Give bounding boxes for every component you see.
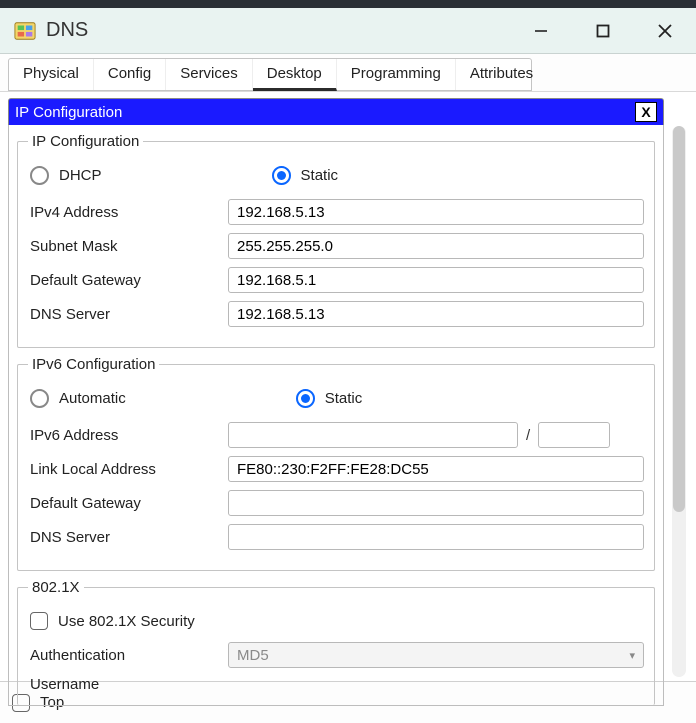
chevron-down-icon: ▾	[629, 649, 635, 662]
ip-configuration-legend: IP Configuration	[28, 133, 143, 150]
tab-config[interactable]: Config	[94, 59, 166, 90]
ipv4-address-field[interactable]	[228, 199, 644, 225]
ipv6-mode-automatic-radio[interactable]: Automatic	[30, 389, 126, 408]
panel-close-button[interactable]: X	[635, 102, 657, 122]
checkbox-icon	[30, 612, 48, 630]
ipv6-configuration-group: IPv6 Configuration Automatic Static IPv6…	[17, 356, 655, 571]
ip-mode-static-radio[interactable]: Static	[272, 166, 339, 185]
ip-mode-dhcp-radio[interactable]: DHCP	[30, 166, 102, 185]
default-gateway-label: Default Gateway	[28, 272, 228, 289]
ipv6-dns-server-field[interactable]	[228, 524, 644, 550]
radio-label: Static	[325, 390, 363, 407]
authentication-label: Authentication	[28, 647, 228, 664]
ipv6-default-gateway-field[interactable]	[228, 490, 644, 516]
panel-title: IP Configuration	[15, 104, 122, 121]
minimize-button[interactable]	[518, 12, 564, 50]
tab-desktop[interactable]: Desktop	[253, 59, 337, 91]
ipv6-address-field[interactable]	[228, 422, 518, 448]
ip-configuration-group: IP Configuration DHCP Static IPv4 Addres…	[17, 133, 655, 348]
use-8021x-checkbox[interactable]: Use 802.1X Security	[30, 612, 644, 630]
radio-icon	[30, 166, 49, 185]
use-8021x-label: Use 802.1X Security	[58, 613, 195, 630]
ipv6-address-label: IPv6 Address	[28, 427, 228, 444]
dns-server-field[interactable]	[228, 301, 644, 327]
ipv6-prefix-separator: /	[526, 427, 530, 444]
ipv6-default-gateway-label: Default Gateway	[28, 495, 228, 512]
close-button[interactable]	[642, 12, 688, 50]
panel-body: IP Configuration DHCP Static IPv4 Addres…	[8, 125, 664, 706]
window-title: DNS	[46, 19, 518, 42]
ipv4-address-label: IPv4 Address	[28, 204, 228, 221]
subnet-mask-label: Subnet Mask	[28, 238, 228, 255]
default-gateway-field[interactable]	[228, 267, 644, 293]
radio-icon	[272, 166, 291, 185]
tab-programming[interactable]: Programming	[337, 59, 456, 90]
subnet-mask-field[interactable]	[228, 233, 644, 259]
dot1x-legend: 802.1X	[28, 579, 84, 596]
radio-label: Static	[301, 167, 339, 184]
tab-services[interactable]: Services	[166, 59, 253, 90]
window-buttons	[518, 12, 688, 50]
username-label: Username	[28, 676, 228, 693]
ipv6-configuration-legend: IPv6 Configuration	[28, 356, 159, 373]
radio-label: Automatic	[59, 390, 126, 407]
link-local-address-field[interactable]	[228, 456, 644, 482]
panel-header: IP Configuration X	[8, 98, 664, 125]
tab-attributes[interactable]: Attributes	[456, 59, 547, 90]
radio-label: DHCP	[59, 167, 102, 184]
window-top-border	[0, 0, 696, 8]
radio-icon	[30, 389, 49, 408]
ipv6-mode-static-radio[interactable]: Static	[296, 389, 363, 408]
app-icon	[14, 20, 36, 42]
ipv6-prefix-field[interactable]	[538, 422, 610, 448]
ipv6-dns-server-label: DNS Server	[28, 529, 228, 546]
dot1x-group: 802.1X Use 802.1X Security Authenticatio…	[17, 579, 655, 705]
maximize-button[interactable]	[580, 12, 626, 50]
radio-icon	[296, 389, 315, 408]
tab-bar: Physical Config Services Desktop Program…	[0, 54, 696, 92]
dns-server-label: DNS Server	[28, 306, 228, 323]
scrollbar-thumb[interactable]	[673, 126, 685, 512]
tab-physical[interactable]: Physical	[9, 59, 94, 90]
title-bar: DNS	[0, 8, 696, 54]
authentication-selected-value: MD5	[237, 647, 269, 664]
authentication-select[interactable]: MD5 ▾	[228, 642, 644, 668]
link-local-address-label: Link Local Address	[28, 461, 228, 478]
content-area: IP Configuration X IP Configuration DHCP…	[0, 92, 696, 681]
vertical-scrollbar[interactable]	[672, 126, 686, 677]
